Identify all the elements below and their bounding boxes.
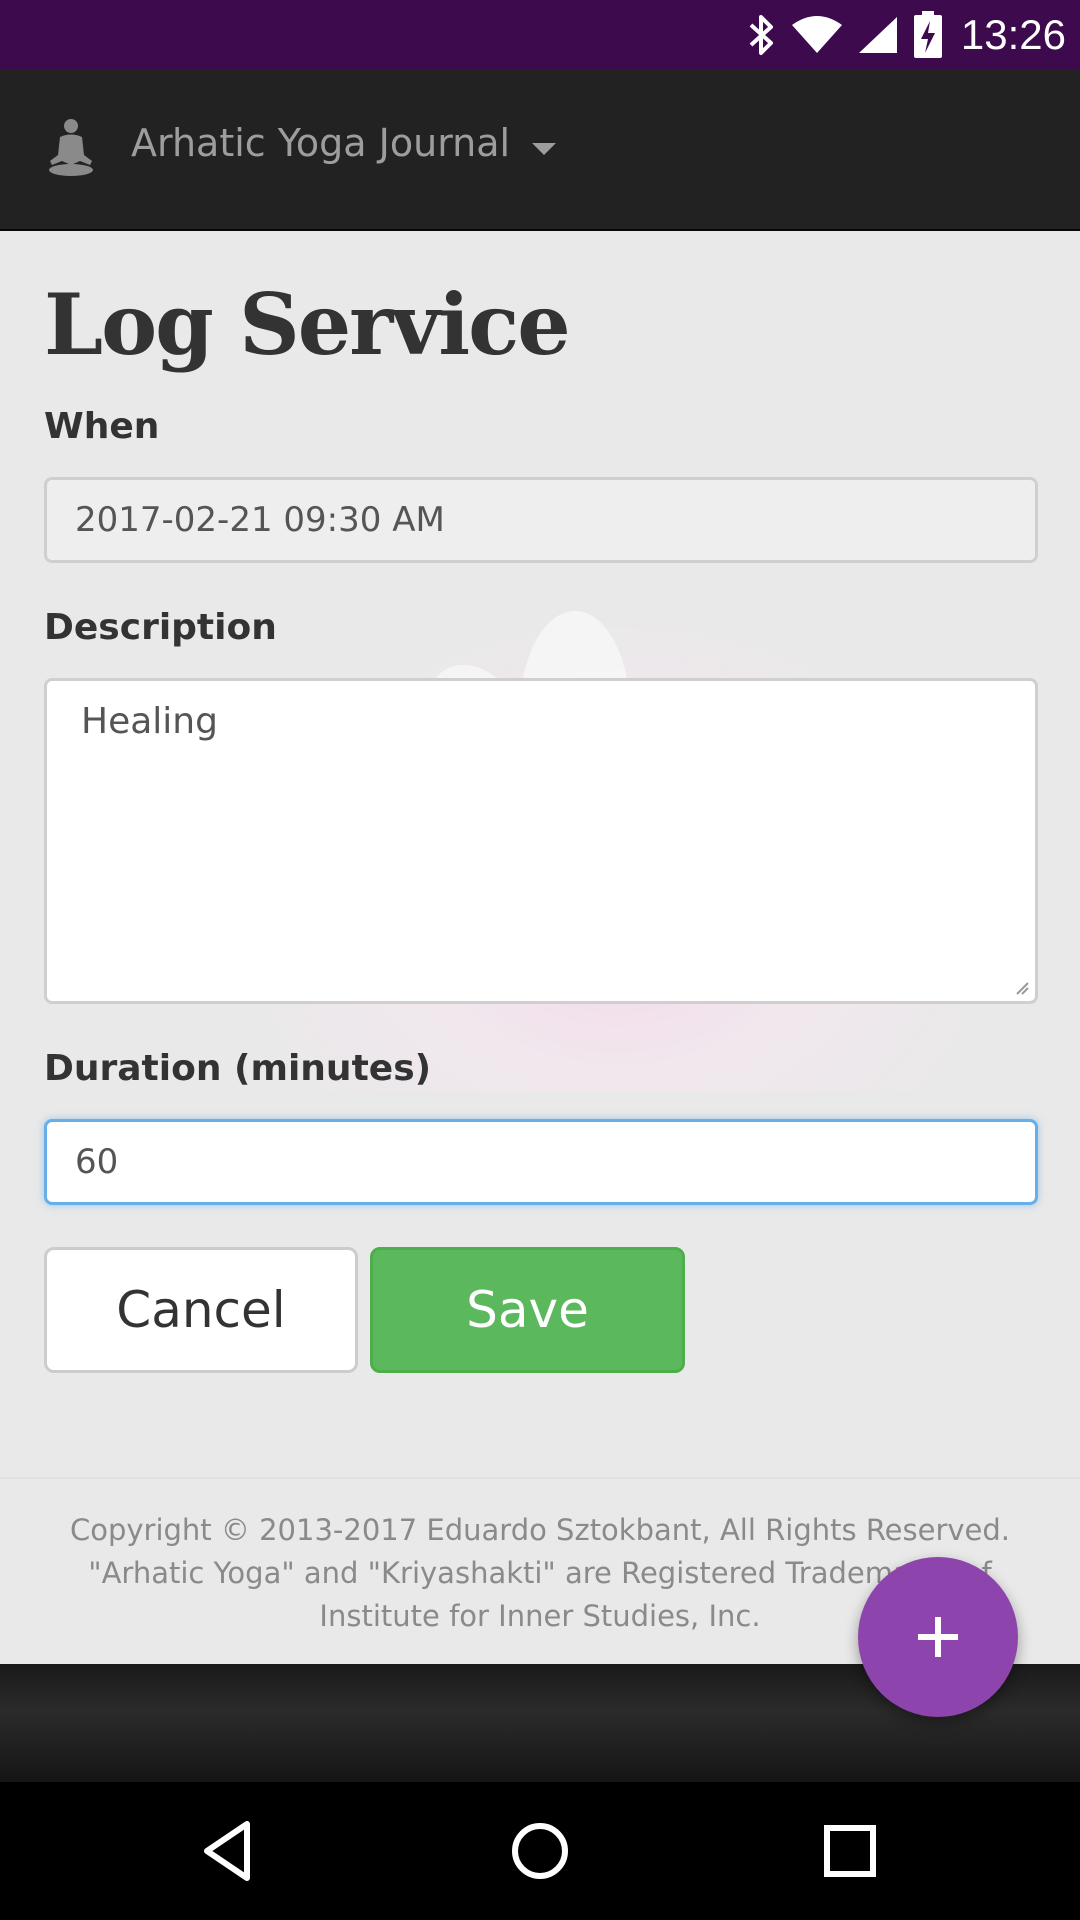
duration-label: Duration (minutes) [44, 1048, 432, 1089]
status-time: 13:26 [960, 11, 1066, 58]
main-content: Log Service When 2017-02-21 09:30 AM Des… [0, 231, 1080, 1664]
when-field[interactable]: 2017-02-21 09:30 AM [44, 477, 1038, 563]
caret-down-icon[interactable] [532, 143, 556, 155]
signal-icon [858, 17, 897, 53]
meditating-figure-icon [49, 119, 93, 176]
footer-divider [0, 1477, 1080, 1479]
status-bar: 13:26 [0, 0, 1080, 69]
navigation-bar [0, 1782, 1080, 1920]
home-icon[interactable] [505, 1816, 575, 1886]
cancel-button[interactable]: Cancel [44, 1247, 358, 1373]
save-button[interactable]: Save [370, 1247, 685, 1373]
recents-icon[interactable] [815, 1816, 885, 1886]
app-bar: Arhatic Yoga Journal [0, 69, 1080, 231]
page-title: Log Service [44, 275, 571, 374]
back-icon[interactable] [195, 1816, 265, 1886]
plus-icon [918, 1617, 958, 1657]
duration-value: 60 [75, 1142, 119, 1182]
app-title[interactable]: Arhatic Yoga Journal [131, 121, 510, 165]
footer-copyright: Copyright © 2013-2017 Eduardo Sztokbant,… [69, 1513, 1011, 1547]
status-icons: 13:26 [747, 8, 1066, 62]
battery-charging-icon [913, 11, 942, 58]
add-fab-button[interactable] [858, 1557, 1018, 1717]
resize-grip-icon[interactable] [1015, 981, 1029, 995]
description-value: Healing [81, 701, 218, 742]
description-label: Description [44, 607, 277, 648]
when-label: When [44, 406, 160, 447]
when-value: 2017-02-21 09:30 AM [75, 500, 445, 540]
description-field[interactable]: Healing [44, 678, 1038, 1004]
bluetooth-icon [749, 15, 773, 55]
duration-field[interactable]: 60 [44, 1119, 1038, 1205]
wifi-icon [791, 16, 842, 53]
